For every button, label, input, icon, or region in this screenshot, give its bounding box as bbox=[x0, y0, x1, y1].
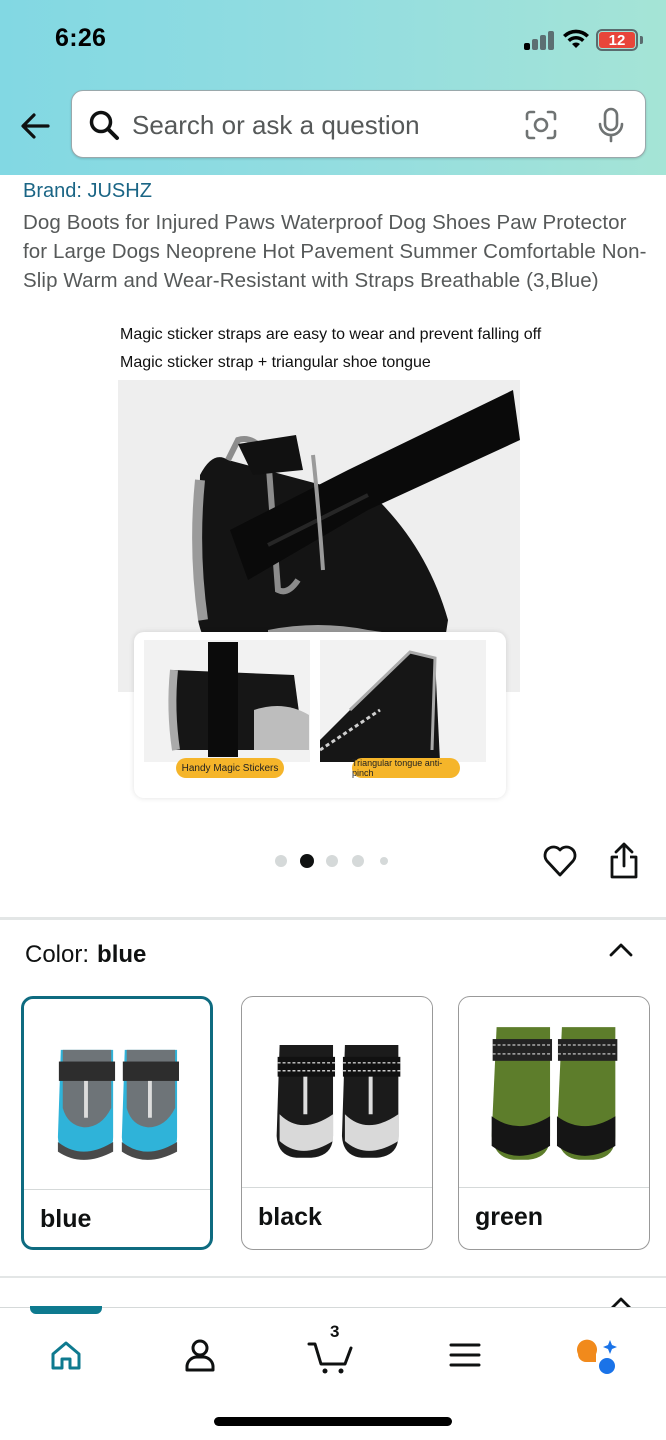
feature-tag-stickers: Handy Magic Stickers bbox=[176, 758, 284, 778]
carousel-dot[interactable] bbox=[352, 855, 364, 867]
wifi-icon bbox=[563, 29, 589, 48]
carousel-dots[interactable] bbox=[275, 853, 395, 869]
velcro-strap-photo bbox=[144, 640, 310, 762]
app-header: 6:26 12 bbox=[0, 0, 666, 175]
back-arrow-icon[interactable] bbox=[16, 106, 56, 146]
carousel-dot-active[interactable] bbox=[300, 854, 314, 868]
feature-tag-tongue: Triangular tongue anti-pinch bbox=[352, 758, 460, 778]
chevron-up-icon[interactable] bbox=[606, 938, 636, 962]
section-divider bbox=[0, 917, 666, 920]
color-label-text: Color: bbox=[25, 941, 90, 968]
green-boots-thumbnail bbox=[459, 997, 649, 1188]
share-icon[interactable] bbox=[607, 842, 641, 880]
product-title: Dog Boots for Injured Paws Waterproof Do… bbox=[23, 211, 647, 292]
swatch-label: green bbox=[475, 1203, 544, 1231]
home-indicator[interactable] bbox=[214, 1417, 452, 1426]
color-swatch-green[interactable]: green bbox=[458, 996, 650, 1250]
search-input[interactable] bbox=[132, 105, 512, 145]
battery-icon: 12 bbox=[596, 29, 638, 51]
cellular-signal-icon bbox=[524, 31, 556, 50]
menu-icon[interactable] bbox=[440, 1330, 490, 1380]
black-boots-thumbnail bbox=[242, 997, 432, 1188]
microphone-icon[interactable] bbox=[596, 107, 626, 143]
section-divider bbox=[0, 1276, 666, 1278]
shoe-tongue-photo bbox=[320, 640, 486, 762]
battery-level: 12 bbox=[599, 32, 635, 49]
color-swatch-blue[interactable]: blue bbox=[21, 996, 213, 1250]
product-image[interactable]: Magic sticker straps are easy to wear an… bbox=[118, 322, 548, 798]
swatch-label: blue bbox=[40, 1205, 92, 1233]
image-caption-2: Magic sticker strap + triangular shoe to… bbox=[120, 354, 431, 371]
blue-boots-thumbnail bbox=[24, 1001, 210, 1190]
cart-count-badge: 3 bbox=[330, 1322, 340, 1341]
search-bar[interactable] bbox=[71, 90, 646, 158]
status-time: 6:26 bbox=[55, 24, 107, 52]
camera-lens-icon[interactable] bbox=[524, 109, 558, 141]
active-tab-indicator bbox=[30, 1306, 102, 1314]
carousel-dot[interactable] bbox=[275, 855, 287, 867]
color-label: Color: blue bbox=[25, 941, 146, 969]
search-icon bbox=[89, 110, 119, 140]
carousel-dot[interactable] bbox=[326, 855, 338, 867]
image-caption-1: Magic sticker straps are easy to wear an… bbox=[120, 326, 542, 343]
swatch-label: black bbox=[258, 1203, 322, 1231]
battery-cap bbox=[640, 36, 643, 44]
brand-link[interactable]: Brand: JUSHZ bbox=[23, 180, 152, 203]
color-swatch-black[interactable]: black bbox=[241, 996, 433, 1250]
home-icon[interactable] bbox=[41, 1330, 91, 1380]
carousel-dot[interactable] bbox=[380, 857, 388, 865]
selected-color-value: blue bbox=[97, 941, 147, 968]
heart-icon[interactable] bbox=[542, 843, 578, 879]
rufus-icon[interactable] bbox=[572, 1330, 622, 1380]
account-icon[interactable] bbox=[175, 1330, 225, 1380]
